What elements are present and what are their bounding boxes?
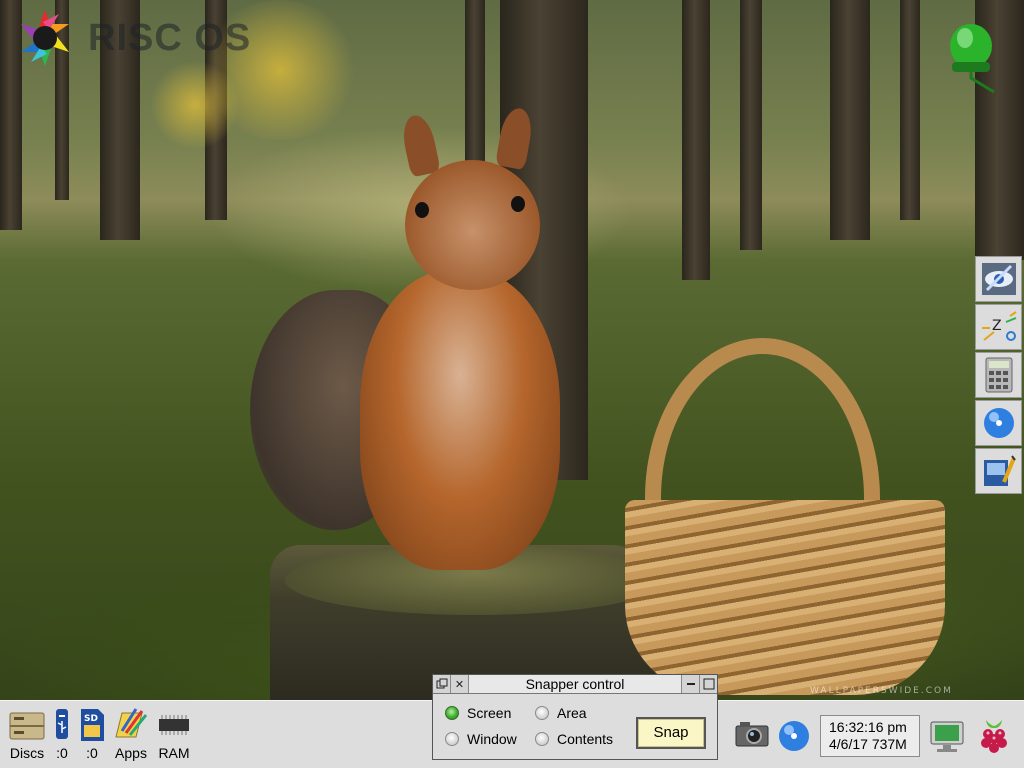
iconbar-clock[interactable]: 16:32:16 pm 4/6/17 737M <box>820 715 920 757</box>
radio-label: Area <box>557 705 587 721</box>
svg-text:SD: SD <box>84 714 98 724</box>
iconbar-label: Apps <box>115 745 147 761</box>
radio-contents[interactable]: Contents <box>535 731 613 747</box>
monitor-icon <box>930 721 964 752</box>
squirrel-head <box>405 160 540 290</box>
iconbar-label: :0 <box>86 745 98 761</box>
radio-label: Screen <box>467 705 512 721</box>
iconbar-display-manager[interactable] <box>928 719 966 753</box>
squirrel-ear <box>399 112 441 178</box>
window-title-bar[interactable]: ✕ Snapper control <box>433 675 717 694</box>
radio-screen[interactable]: Screen <box>445 705 511 721</box>
back-icon <box>436 678 447 689</box>
sleep-tool-icon[interactable]: Z <box>975 304 1022 350</box>
ram-chip-icon <box>159 715 189 735</box>
sd-card-icon: SD <box>81 709 104 741</box>
radio-unselected-icon <box>535 732 549 746</box>
riscos-logo: RISC OS <box>12 8 251 68</box>
iconise-icon <box>686 683 695 685</box>
radio-unselected-icon <box>535 706 549 720</box>
calculator-icon[interactable] <box>975 352 1022 398</box>
tree-trunk <box>682 0 710 280</box>
iconbar-label: :0 <box>56 745 68 761</box>
pinboard-icon-column: Z <box>975 256 1024 496</box>
iconbar-discs[interactable]: Discs <box>8 707 46 761</box>
squirrel-eye <box>415 202 429 218</box>
riscos-cog-icon <box>21 10 69 66</box>
window-title: Snapper control <box>469 675 681 693</box>
tree-trunk <box>740 0 762 250</box>
desktop-backdrop: WALLPAPERSWIDE.COM <box>0 0 1024 768</box>
eye-tool-icon[interactable] <box>975 256 1022 302</box>
wicker-basket <box>625 500 945 695</box>
snapper-control-window: ✕ Snapper control Screen Area Window Con… <box>432 674 718 760</box>
snap-button[interactable]: Snap <box>636 717 706 749</box>
radio-window[interactable]: Window <box>445 731 517 747</box>
riscos-logo-text: RISC OS <box>88 16 252 59</box>
globe-icon[interactable] <box>975 400 1022 446</box>
squirrel-eye <box>511 196 525 212</box>
raspberry-pi-icon <box>981 720 1007 753</box>
iconbar-usb-drive[interactable]: :0 <box>52 707 72 761</box>
hard-disc-icon <box>9 712 45 740</box>
close-icon: ✕ <box>454 677 465 691</box>
iconise-button[interactable] <box>681 675 699 693</box>
radio-selected-icon <box>445 706 459 720</box>
wallpaper-watermark: WALLPAPERSWIDE.COM <box>810 686 953 696</box>
iconbar-label: Discs <box>9 745 45 761</box>
radio-label: Contents <box>557 731 614 747</box>
iconbar-network[interactable] <box>777 719 811 753</box>
radio-unselected-icon <box>445 732 459 746</box>
close-button[interactable]: ✕ <box>451 675 469 693</box>
globe-icon <box>779 721 809 751</box>
usb-icon <box>56 709 68 739</box>
camera-icon <box>735 722 769 747</box>
toggle-size-button[interactable] <box>699 675 717 693</box>
apps-icon <box>115 708 148 738</box>
clock-date-memory: 4/6/17 737M <box>829 736 907 752</box>
radio-area[interactable]: Area <box>535 705 587 721</box>
iconbar-label: RAM <box>158 745 190 761</box>
squirrel-body <box>360 270 560 570</box>
radio-label: Window <box>467 731 517 747</box>
clock-time: 16:32:16 pm <box>829 719 907 735</box>
autumn-foliage <box>150 60 240 150</box>
iconbar-task-manager[interactable] <box>977 717 1011 757</box>
tree-trunk <box>900 0 920 220</box>
acorn-icon[interactable] <box>944 20 1000 96</box>
iconbar-snapper[interactable] <box>734 719 770 749</box>
toggle-size-icon <box>703 678 714 690</box>
back-button[interactable] <box>433 675 451 693</box>
iconbar-apps[interactable]: Apps <box>112 707 150 761</box>
tree-trunk <box>830 0 870 240</box>
paint-icon[interactable] <box>975 448 1022 494</box>
iconbar-ram-disc[interactable]: RAM <box>156 707 192 761</box>
iconbar-sd-card[interactable]: SD :0 <box>78 707 106 761</box>
